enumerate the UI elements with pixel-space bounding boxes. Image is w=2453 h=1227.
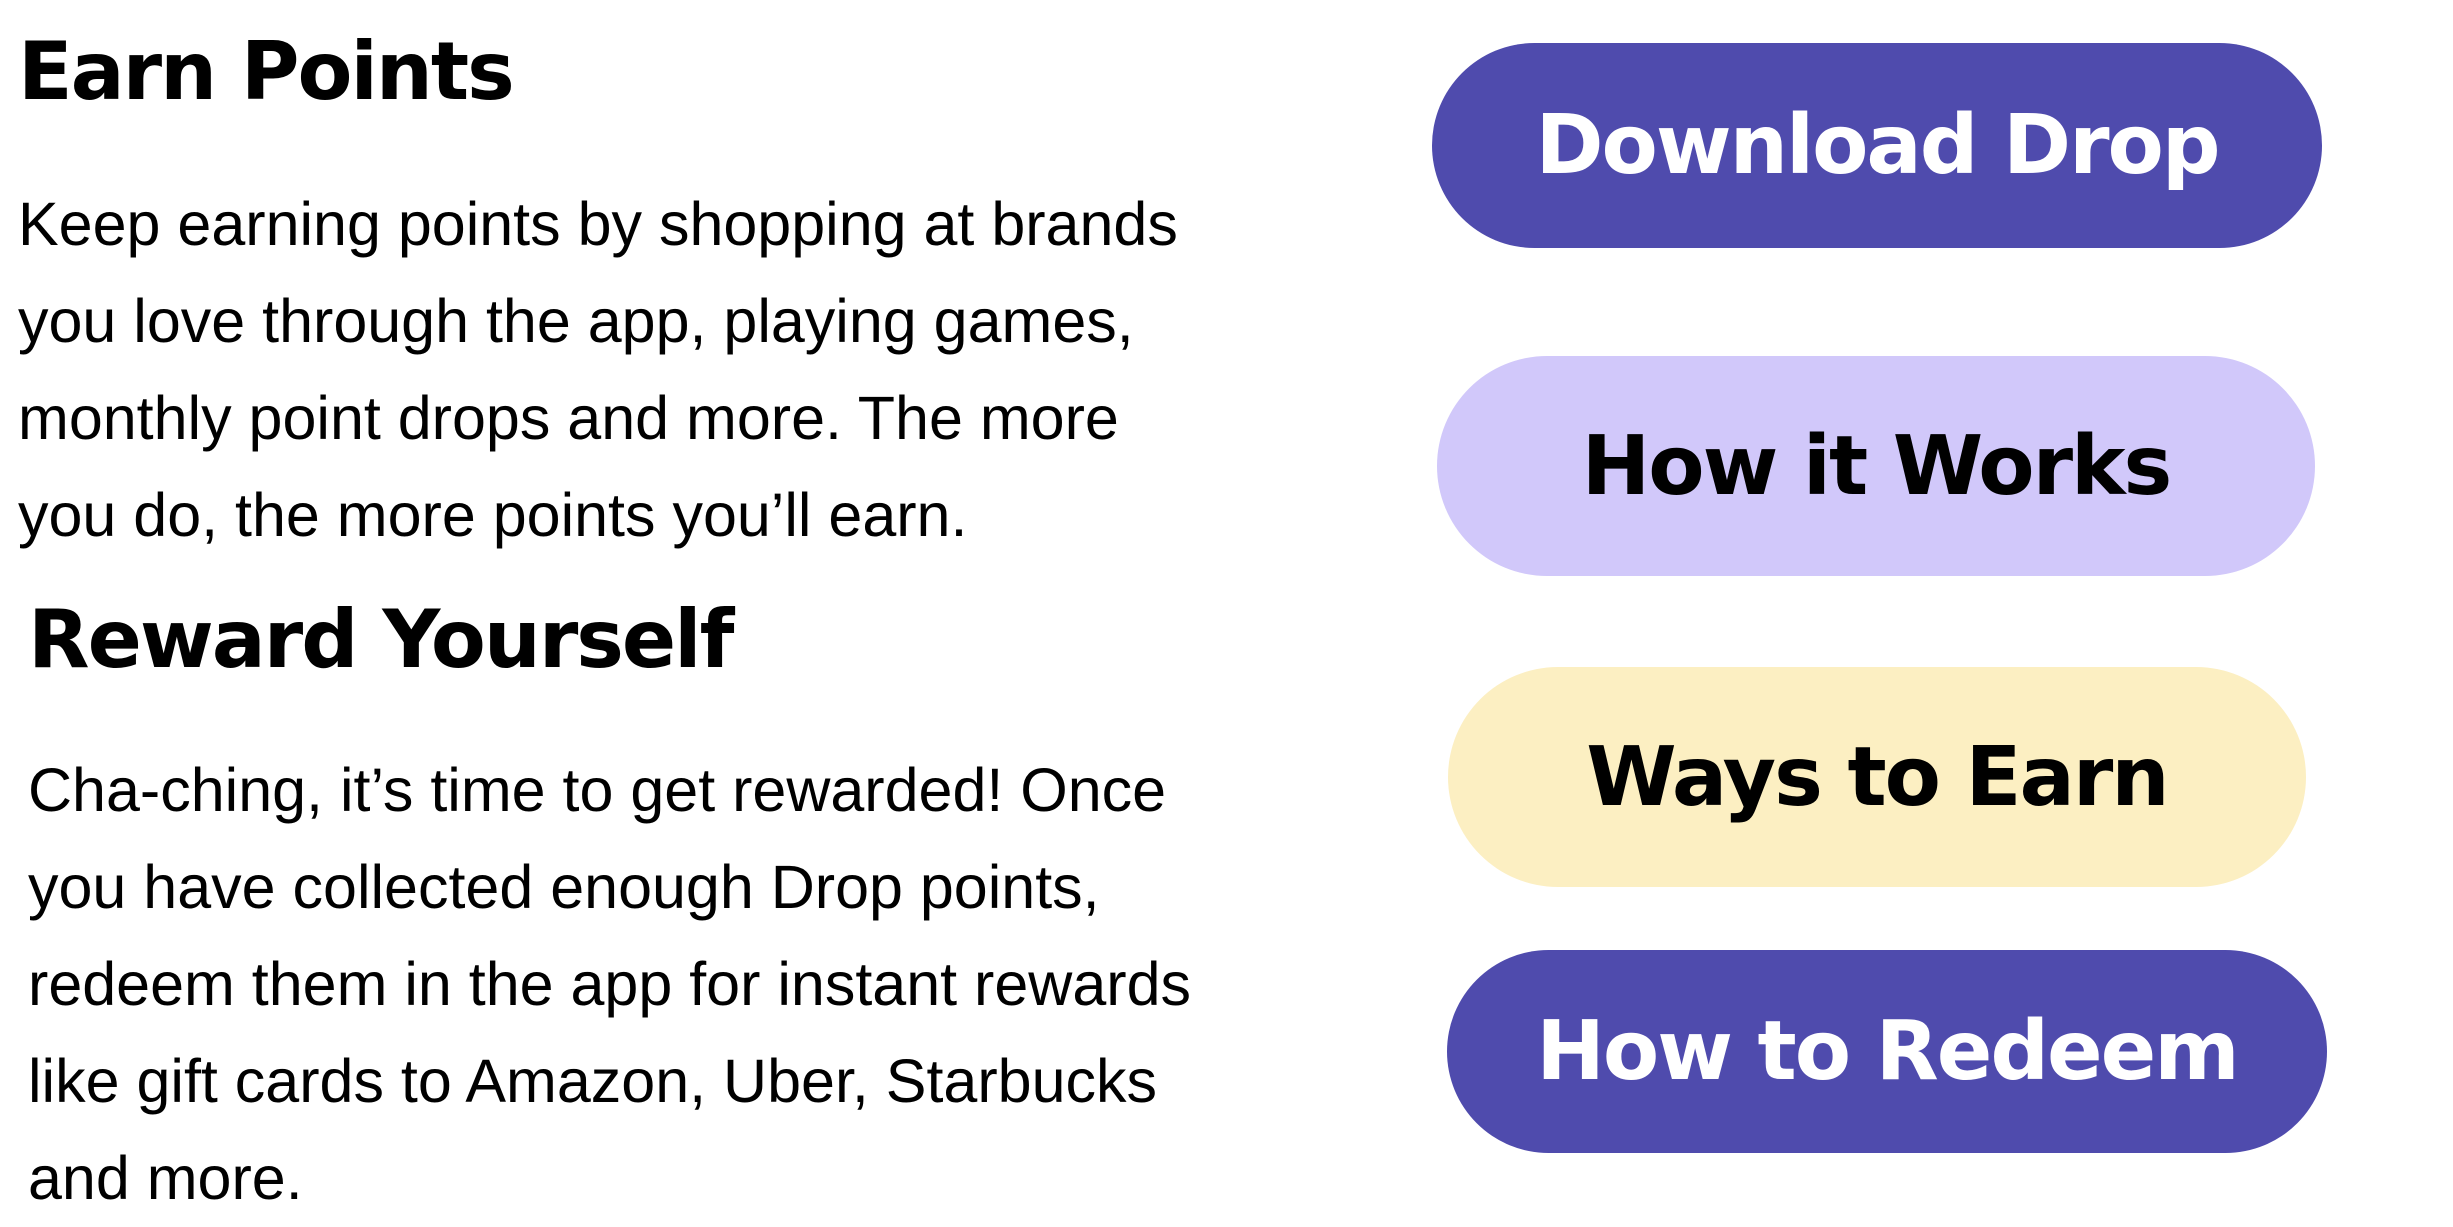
how-it-works-button[interactable]: How it Works [1437,356,2315,576]
earn-points-description: Keep earning points by shopping at brand… [18,190,1178,549]
earn-points-heading: Earn Points [18,25,515,118]
how-to-redeem-button[interactable]: How to Redeem [1447,950,2327,1153]
reward-yourself-description: Cha-ching, it’s time to get rewarded! On… [28,756,1191,1212]
reward-yourself-heading: Reward Yourself [28,593,734,686]
ways-to-earn-button[interactable]: Ways to Earn [1448,667,2306,887]
download-drop-button[interactable]: Download Drop [1432,43,2322,248]
